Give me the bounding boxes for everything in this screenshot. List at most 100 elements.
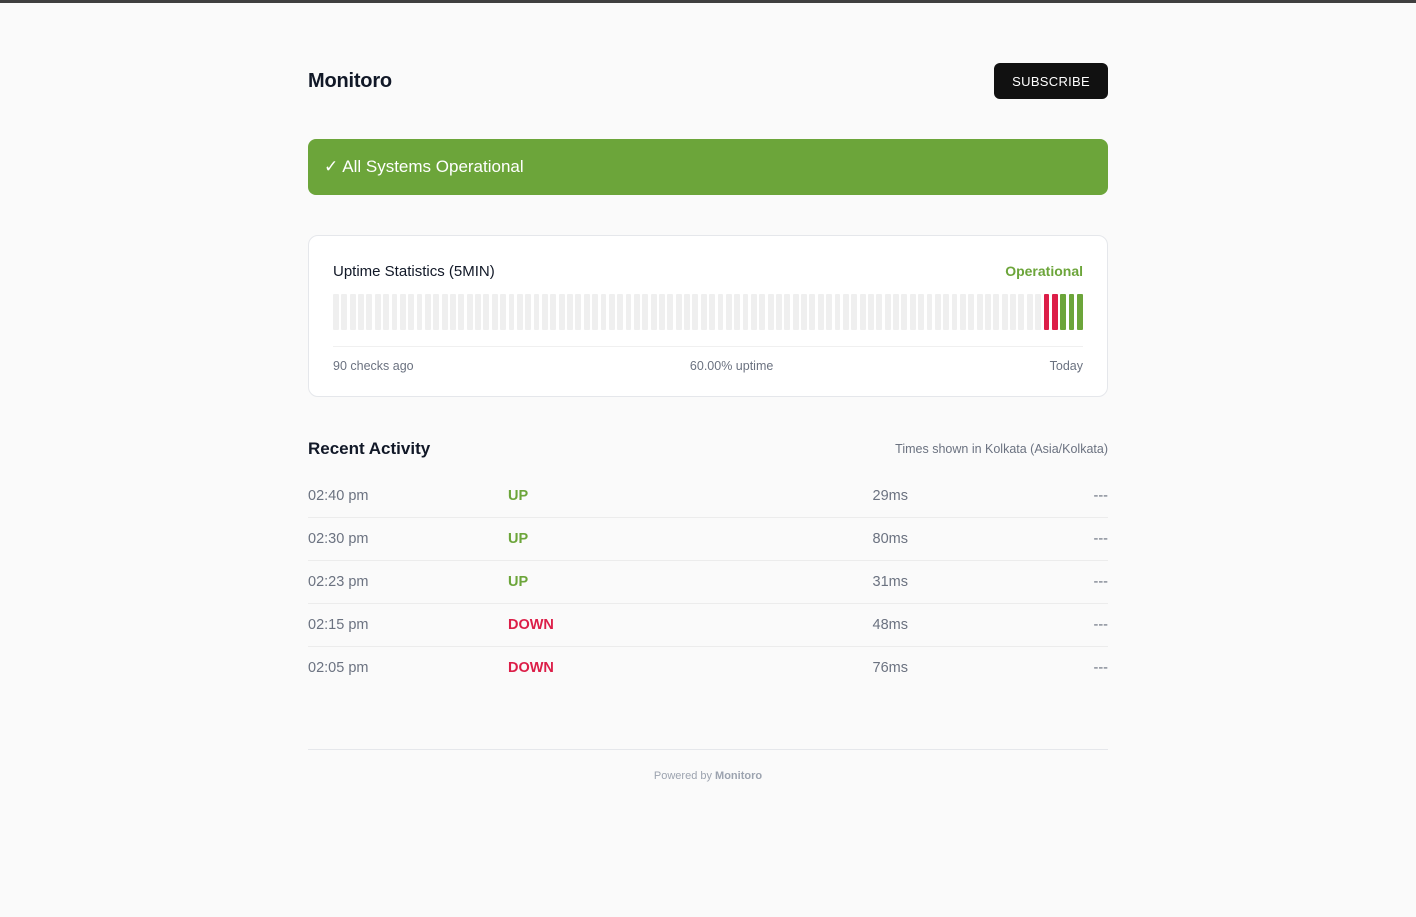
uptime-bar-empty[interactable] (809, 294, 816, 330)
uptime-bar-empty[interactable] (383, 294, 390, 330)
uptime-bar-empty[interactable] (767, 294, 774, 330)
uptime-bar-empty[interactable] (868, 294, 874, 330)
uptime-bar-empty[interactable] (516, 294, 523, 330)
uptime-bar-empty[interactable] (441, 294, 448, 330)
uptime-bar-down[interactable] (1043, 294, 1050, 330)
uptime-bar-empty[interactable] (692, 294, 699, 330)
uptime-bar-empty[interactable] (391, 294, 398, 330)
uptime-bar-empty[interactable] (792, 294, 799, 330)
uptime-bar-empty[interactable] (366, 294, 373, 330)
uptime-bar-empty[interactable] (659, 294, 665, 330)
uptime-bar-empty[interactable] (642, 294, 649, 330)
uptime-bar-empty[interactable] (934, 294, 941, 330)
uptime-bar-empty[interactable] (525, 294, 532, 330)
activity-list: 02:40 pm UP 29ms --- 02:30 pm UP 80ms --- 02:23 … (308, 475, 1108, 689)
uptime-card-footer: 90 checks ago 60.00% uptime Today (333, 359, 1083, 373)
header: Monitoro SUBSCRIBE (308, 3, 1108, 99)
uptime-bar-empty[interactable] (458, 294, 465, 330)
uptime-bar-empty[interactable] (918, 294, 925, 330)
uptime-bar-empty[interactable] (600, 294, 607, 330)
uptime-bar-empty[interactable] (491, 294, 498, 330)
footer-brand-link[interactable]: Monitoro (715, 770, 762, 782)
uptime-bar-empty[interactable] (759, 294, 766, 330)
uptime-bar-empty[interactable] (985, 294, 991, 330)
uptime-bar-empty[interactable] (541, 294, 548, 330)
uptime-bar-empty[interactable] (750, 294, 757, 330)
uptime-bar-empty[interactable] (893, 294, 899, 330)
uptime-bar-empty[interactable] (433, 294, 440, 330)
uptime-bar-empty[interactable] (976, 294, 983, 330)
activity-status: UP (508, 488, 529, 504)
uptime-bar-empty[interactable] (341, 294, 348, 330)
uptime-bar-empty[interactable] (700, 294, 707, 330)
uptime-right-label: Today (1049, 359, 1083, 373)
uptime-bar-empty[interactable] (466, 294, 473, 330)
uptime-bar-empty[interactable] (993, 294, 1000, 330)
uptime-bar-up[interactable] (1060, 294, 1067, 330)
uptime-bar-empty[interactable] (1001, 294, 1008, 330)
uptime-bar-empty[interactable] (500, 294, 507, 330)
uptime-bar-empty[interactable] (684, 294, 690, 330)
uptime-bar-empty[interactable] (424, 294, 431, 330)
uptime-bar-empty[interactable] (842, 294, 849, 330)
uptime-bar-empty[interactable] (575, 294, 582, 330)
uptime-bar-empty[interactable] (826, 294, 833, 330)
uptime-bar-empty[interactable] (633, 294, 640, 330)
uptime-bar-empty[interactable] (558, 294, 565, 330)
uptime-bar-empty[interactable] (583, 294, 590, 330)
uptime-bar-empty[interactable] (717, 294, 724, 330)
uptime-bar-empty[interactable] (483, 294, 490, 330)
uptime-bar-empty[interactable] (399, 294, 406, 330)
uptime-bar-empty[interactable] (926, 294, 933, 330)
uptime-bar-empty[interactable] (784, 294, 791, 330)
uptime-bar-empty[interactable] (650, 294, 657, 330)
uptime-bar-empty[interactable] (901, 294, 908, 330)
uptime-bar-empty[interactable] (374, 294, 381, 330)
subscribe-button[interactable]: SUBSCRIBE (994, 63, 1108, 99)
uptime-bar-empty[interactable] (675, 294, 682, 330)
uptime-bar-empty[interactable] (550, 294, 557, 330)
uptime-bar-empty[interactable] (1026, 294, 1033, 330)
uptime-bar-empty[interactable] (951, 294, 958, 330)
activity-row: 02:40 pm UP 29ms --- (308, 475, 1108, 518)
uptime-bar-empty[interactable] (608, 294, 615, 330)
uptime-bar-empty[interactable] (725, 294, 732, 330)
uptime-bar-empty[interactable] (358, 294, 364, 330)
uptime-bar-empty[interactable] (667, 294, 674, 330)
uptime-bar-empty[interactable] (834, 294, 841, 330)
uptime-bar-empty[interactable] (859, 294, 866, 330)
uptime-bar-empty[interactable] (1018, 294, 1025, 330)
uptime-bar-empty[interactable] (734, 294, 741, 330)
uptime-bar-empty[interactable] (617, 294, 624, 330)
uptime-bar-empty[interactable] (742, 294, 749, 330)
uptime-bar-empty[interactable] (450, 294, 456, 330)
uptime-bar-empty[interactable] (959, 294, 966, 330)
uptime-bar-empty[interactable] (851, 294, 858, 330)
uptime-bar-empty[interactable] (1010, 294, 1016, 330)
uptime-bar-empty[interactable] (968, 294, 975, 330)
uptime-bar-empty[interactable] (333, 294, 339, 330)
uptime-bar-empty[interactable] (1035, 294, 1042, 330)
uptime-bar-empty[interactable] (709, 294, 716, 330)
uptime-bar-empty[interactable] (475, 294, 481, 330)
status-banner: ✓ All Systems Operational (308, 139, 1108, 195)
uptime-bar-empty[interactable] (592, 294, 598, 330)
uptime-bar-down[interactable] (1051, 294, 1058, 330)
uptime-bar-empty[interactable] (349, 294, 356, 330)
uptime-bar-empty[interactable] (876, 294, 883, 330)
uptime-bar-empty[interactable] (508, 294, 515, 330)
uptime-bar-up[interactable] (1068, 294, 1075, 330)
uptime-bar-up[interactable] (1076, 294, 1083, 330)
uptime-bar-empty[interactable] (416, 294, 423, 330)
footer: Powered by Monitoro (308, 749, 1108, 782)
uptime-bar-empty[interactable] (884, 294, 891, 330)
uptime-bar-empty[interactable] (625, 294, 632, 330)
uptime-bar-empty[interactable] (776, 294, 782, 330)
uptime-bar-empty[interactable] (533, 294, 540, 330)
uptime-bar-empty[interactable] (909, 294, 916, 330)
uptime-bar-empty[interactable] (801, 294, 807, 330)
uptime-bar-empty[interactable] (817, 294, 824, 330)
uptime-bar-empty[interactable] (408, 294, 415, 330)
uptime-bar-empty[interactable] (943, 294, 950, 330)
uptime-bar-empty[interactable] (567, 294, 573, 330)
